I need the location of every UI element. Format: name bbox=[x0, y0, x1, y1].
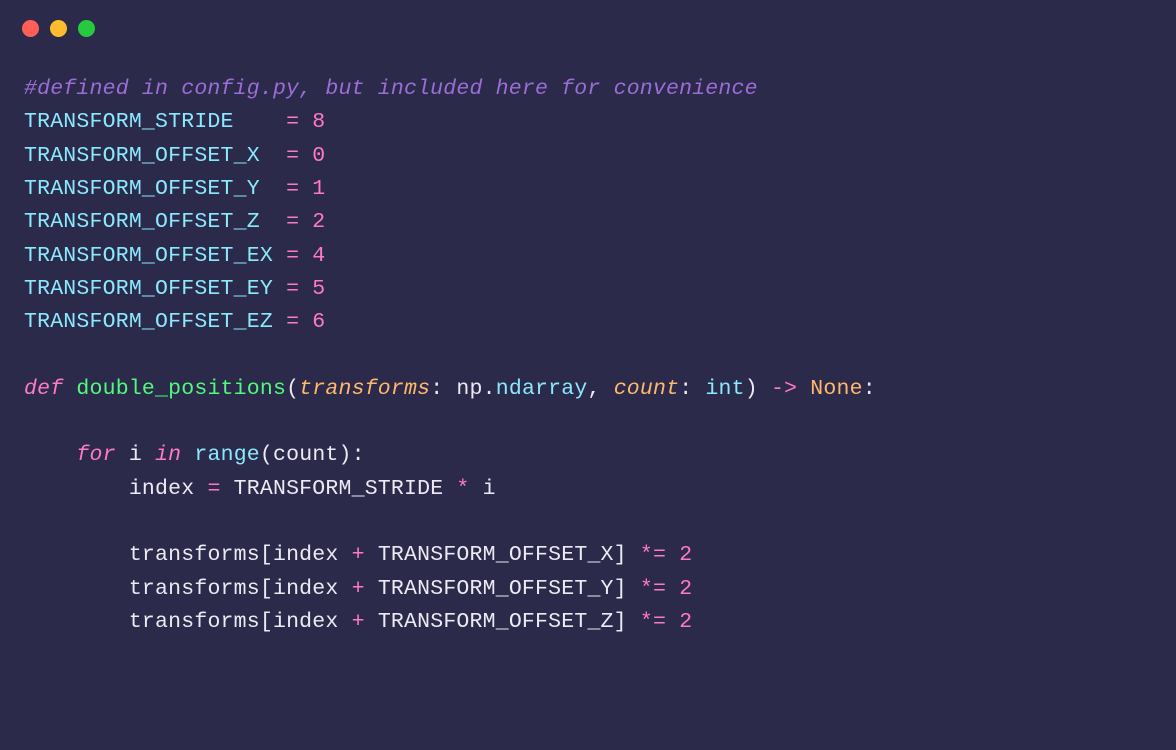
const-name: TRANSFORM_OFFSET_EY bbox=[24, 277, 273, 301]
comment-line: #defined in config.py, but included here… bbox=[24, 77, 758, 101]
equals-op: = bbox=[286, 110, 299, 134]
const-name: TRANSFORM_OFFSET_X bbox=[24, 144, 260, 168]
const-name: TRANSFORM_OFFSET_Z bbox=[24, 210, 260, 234]
number-literal: 4 bbox=[312, 244, 325, 268]
rbracket: ] bbox=[614, 577, 627, 601]
number-literal: 5 bbox=[312, 277, 325, 301]
code-content: #defined in config.py, but included here… bbox=[0, 37, 1176, 663]
code-window: #defined in config.py, but included here… bbox=[0, 0, 1176, 750]
i-var: i bbox=[483, 477, 496, 501]
equals-op: = bbox=[286, 210, 299, 234]
param-name: count bbox=[614, 377, 680, 401]
module-name: np bbox=[456, 377, 482, 401]
arg-name: count bbox=[273, 443, 339, 467]
const-ref: TRANSFORM_OFFSET_X bbox=[378, 543, 614, 567]
star-op: * bbox=[456, 477, 469, 501]
muleq-op: *= bbox=[640, 577, 666, 601]
def-keyword: def bbox=[24, 377, 63, 401]
number-literal: 1 bbox=[312, 177, 325, 201]
colon: : bbox=[863, 377, 876, 401]
equals-op: = bbox=[286, 277, 299, 301]
number-literal: 2 bbox=[679, 577, 692, 601]
lparen: ( bbox=[286, 377, 299, 401]
number-literal: 0 bbox=[312, 144, 325, 168]
const-name: TRANSFORM_STRIDE bbox=[24, 110, 234, 134]
number-literal: 8 bbox=[312, 110, 325, 134]
number-literal: 2 bbox=[679, 610, 692, 634]
type-attr: ndarray bbox=[496, 377, 588, 401]
index-var: index bbox=[273, 577, 339, 601]
muleq-op: *= bbox=[640, 610, 666, 634]
const-name: TRANSFORM_OFFSET_Y bbox=[24, 177, 260, 201]
equals-op: = bbox=[286, 310, 299, 334]
dot: . bbox=[483, 377, 496, 401]
equals-op: = bbox=[207, 477, 220, 501]
lbracket: [ bbox=[260, 543, 273, 567]
const-name: TRANSFORM_OFFSET_EZ bbox=[24, 310, 273, 334]
arrow-op: -> bbox=[771, 377, 797, 401]
equals-op: = bbox=[286, 244, 299, 268]
in-keyword: in bbox=[155, 443, 181, 467]
type-builtin: int bbox=[705, 377, 744, 401]
array-var: transforms bbox=[129, 577, 260, 601]
for-keyword: for bbox=[76, 443, 115, 467]
colon: : bbox=[430, 377, 443, 401]
minimize-icon[interactable] bbox=[50, 20, 67, 37]
const-name: TRANSFORM_OFFSET_EX bbox=[24, 244, 273, 268]
colon: : bbox=[352, 443, 365, 467]
param-name: transforms bbox=[299, 377, 430, 401]
equals-op: = bbox=[286, 177, 299, 201]
return-type: None bbox=[810, 377, 862, 401]
rparen: ) bbox=[339, 443, 352, 467]
loop-var: i bbox=[129, 443, 142, 467]
lparen: ( bbox=[260, 443, 273, 467]
const-ref: TRANSFORM_STRIDE bbox=[234, 477, 444, 501]
lbracket: [ bbox=[260, 577, 273, 601]
plus-op: + bbox=[352, 543, 365, 567]
builtin-fn: range bbox=[194, 443, 260, 467]
array-var: transforms bbox=[129, 610, 260, 634]
number-literal: 2 bbox=[679, 543, 692, 567]
index-var: index bbox=[273, 610, 339, 634]
index-var: index bbox=[129, 477, 195, 501]
maximize-icon[interactable] bbox=[78, 20, 95, 37]
rbracket: ] bbox=[614, 543, 627, 567]
muleq-op: *= bbox=[640, 543, 666, 567]
plus-op: + bbox=[352, 577, 365, 601]
rparen: ) bbox=[745, 377, 758, 401]
function-name: double_positions bbox=[76, 377, 286, 401]
number-literal: 2 bbox=[312, 210, 325, 234]
plus-op: + bbox=[352, 610, 365, 634]
array-var: transforms bbox=[129, 543, 260, 567]
comma: , bbox=[587, 377, 600, 401]
close-icon[interactable] bbox=[22, 20, 39, 37]
const-ref: TRANSFORM_OFFSET_Z bbox=[378, 610, 614, 634]
equals-op: = bbox=[286, 144, 299, 168]
lbracket: [ bbox=[260, 610, 273, 634]
number-literal: 6 bbox=[312, 310, 325, 334]
rbracket: ] bbox=[614, 610, 627, 634]
colon: : bbox=[679, 377, 692, 401]
index-var: index bbox=[273, 543, 339, 567]
const-ref: TRANSFORM_OFFSET_Y bbox=[378, 577, 614, 601]
titlebar bbox=[0, 0, 1176, 37]
